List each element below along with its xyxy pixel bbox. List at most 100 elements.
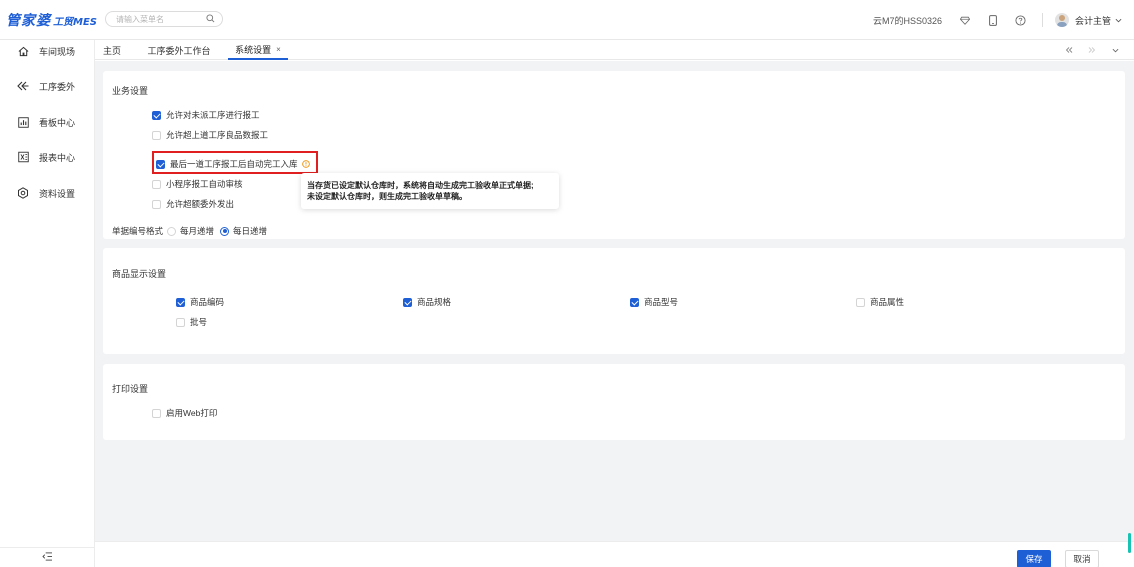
business-settings-card: 业务设置 允许对未派工序进行报工 允许超上道工序良品数报工 最后一道工序报工后自… (103, 71, 1125, 239)
numbering-format-label: 单据编号格式 (112, 226, 164, 236)
option-enable-web-print[interactable]: 启用Web打印 (152, 407, 217, 419)
warning-info-icon[interactable] (301, 160, 310, 168)
brand-product: 工贸MES (53, 16, 97, 28)
tooltip-line: 当存货已设定默认仓库时，系统将自动生成完工验收单正式单据; (307, 181, 534, 190)
option-label: 允许对未派工序进行报工 (166, 110, 260, 120)
radio-label: 每月递增 (180, 226, 215, 236)
sidebar-item-label: 工序委外 (39, 81, 76, 92)
tooltip: 当存货已设定默认仓库时，系统将自动生成完工验收单正式单据; 未设定默认仓库时，则… (301, 173, 559, 209)
radio-daily-increment[interactable]: 每日递增 (220, 225, 267, 237)
radio-monthly-increment[interactable]: 每月递增 (167, 225, 214, 237)
avatar[interactable] (1054, 13, 1069, 27)
checkbox-checked[interactable] (156, 159, 165, 169)
tab-outsource-workbench[interactable]: 工序委外工作台 (139, 40, 219, 60)
sidebar-item-label: 报表中心 (39, 152, 76, 163)
radio-label: 每日递增 (233, 226, 268, 236)
tabs-scroll-right-icon[interactable] (1085, 43, 1099, 57)
sidebar-item-label: 看板中心 (39, 117, 76, 128)
checkbox[interactable] (152, 130, 161, 140)
tabs-menu-chevron-icon[interactable] (1108, 43, 1122, 57)
checkbox[interactable] (176, 317, 185, 327)
home-icon (17, 45, 29, 57)
chart-board-icon (17, 116, 29, 128)
radio-button[interactable] (167, 226, 177, 236)
tabs-scroll-left-icon[interactable] (1062, 43, 1076, 57)
option-label: 商品属性 (870, 297, 905, 307)
sidebar-item-workshop[interactable]: 车间现场 (0, 42, 95, 60)
option-miniprogram-auto-audit[interactable]: 小程序报工自动审核 (152, 178, 243, 190)
checkbox-checked[interactable] (630, 297, 639, 307)
outsource-icon (17, 80, 29, 92)
section-title-print: 打印设置 (112, 384, 149, 394)
collapse-menu-icon (42, 552, 53, 563)
brand-name: 管家婆 (6, 13, 51, 29)
sidebar-item-master-data[interactable]: 资料设置 (0, 184, 95, 202)
diamond-icon[interactable] (958, 13, 972, 27)
option-allow-unassigned-report[interactable]: 允许对未派工序进行报工 (152, 109, 260, 121)
settings-gear-icon (17, 187, 29, 199)
tab-controls (1053, 43, 1122, 57)
mobile-phone-icon[interactable] (986, 13, 1000, 27)
checkbox[interactable] (856, 297, 865, 307)
tab-home[interactable]: 主页 (95, 40, 129, 60)
option-label: 商品编码 (190, 297, 225, 307)
tab-label: 主页 (102, 45, 121, 56)
menu-search-input[interactable] (116, 13, 202, 25)
checkbox[interactable] (152, 408, 161, 418)
tab-bar: 主页 工序委外工作台 系统设置 × (95, 40, 1134, 60)
tooltip-line: 未设定默认仓库时，则生成完工验收单草稿。 (307, 192, 467, 201)
option-label: 启用Web打印 (166, 408, 218, 418)
sidebar-item-dashboard[interactable]: 看板中心 (0, 113, 95, 131)
option-allow-excess-outsource[interactable]: 允许超额委外发出 (152, 198, 234, 210)
option-auto-warehouse-after-last-process[interactable]: 最后一道工序报工后自动完工入库 (156, 158, 310, 170)
header-actions: 云M7的HSS0326 会计主管 (873, 12, 1122, 28)
option-product-spec[interactable]: 商品规格 (403, 296, 451, 308)
radio-button-selected[interactable] (220, 226, 230, 236)
option-label: 允许超上道工序良品数报工 (166, 130, 269, 140)
user-name[interactable]: 会计主管 (1075, 14, 1111, 27)
menu-search-box (105, 11, 223, 27)
numbering-format-group: 单据编号格式 每月递增 每日递增 (112, 225, 273, 237)
sidebar-item-outsource[interactable]: 工序委外 (0, 77, 95, 95)
checkbox-checked[interactable] (152, 110, 161, 120)
excel-report-icon (17, 151, 29, 163)
sidebar-collapse-button[interactable] (0, 547, 95, 567)
option-label: 小程序报工自动审核 (166, 179, 243, 189)
sidebar-item-reports[interactable]: 报表中心 (0, 148, 95, 166)
option-product-code[interactable]: 商品编码 (176, 296, 224, 308)
option-label: 允许超额委外发出 (166, 199, 235, 209)
tab-system-settings[interactable]: 系统设置 × (228, 40, 288, 60)
side-scroll-indicator[interactable] (1128, 533, 1131, 553)
option-label: 商品规格 (417, 297, 452, 307)
option-label: 批号 (190, 317, 208, 327)
print-settings-card: 打印设置 启用Web打印 (103, 364, 1125, 440)
tenant-name[interactable]: 云M7的HSS0326 (873, 14, 942, 27)
brand-logo[interactable]: 管家婆 工贸MES (6, 11, 97, 29)
sidebar-item-label: 资料设置 (39, 188, 76, 199)
action-footer: 保存 取消 (95, 541, 1134, 567)
product-display-card: 商品显示设置 商品编码 商品规格 商品型号 商品属性 批号 (103, 248, 1125, 354)
option-batch-number[interactable]: 批号 (176, 316, 207, 328)
close-icon[interactable]: × (276, 45, 281, 54)
cancel-button[interactable]: 取消 (1065, 550, 1099, 567)
option-product-model[interactable]: 商品型号 (630, 296, 678, 308)
sidebar-item-label: 车间现场 (39, 46, 76, 57)
save-button[interactable]: 保存 (1017, 550, 1051, 567)
help-icon[interactable] (1014, 13, 1028, 27)
checkbox[interactable] (152, 179, 161, 189)
section-title-business: 业务设置 (112, 86, 149, 96)
header-divider (1041, 13, 1043, 27)
option-allow-exceed-previous-qty[interactable]: 允许超上道工序良品数报工 (152, 129, 268, 141)
settings-content: 业务设置 允许对未派工序进行报工 允许超上道工序良品数报工 最后一道工序报工后自… (95, 61, 1134, 541)
sidebar: 车间现场 工序委外 看板中心 报表中心 资料设置 (0, 40, 95, 567)
checkbox-checked[interactable] (176, 297, 185, 307)
chevron-down-icon[interactable] (1115, 15, 1122, 25)
search-icon[interactable] (206, 14, 215, 25)
tab-label: 系统设置 (235, 44, 272, 55)
option-label: 最后一道工序报工后自动完工入库 (170, 159, 298, 169)
checkbox-checked[interactable] (403, 297, 412, 307)
option-label: 商品型号 (644, 297, 679, 307)
top-bar: 管家婆 工贸MES 云M7的HSS0326 会计主管 (0, 0, 1134, 40)
checkbox[interactable] (152, 199, 161, 209)
option-product-attribute[interactable]: 商品属性 (856, 296, 904, 308)
